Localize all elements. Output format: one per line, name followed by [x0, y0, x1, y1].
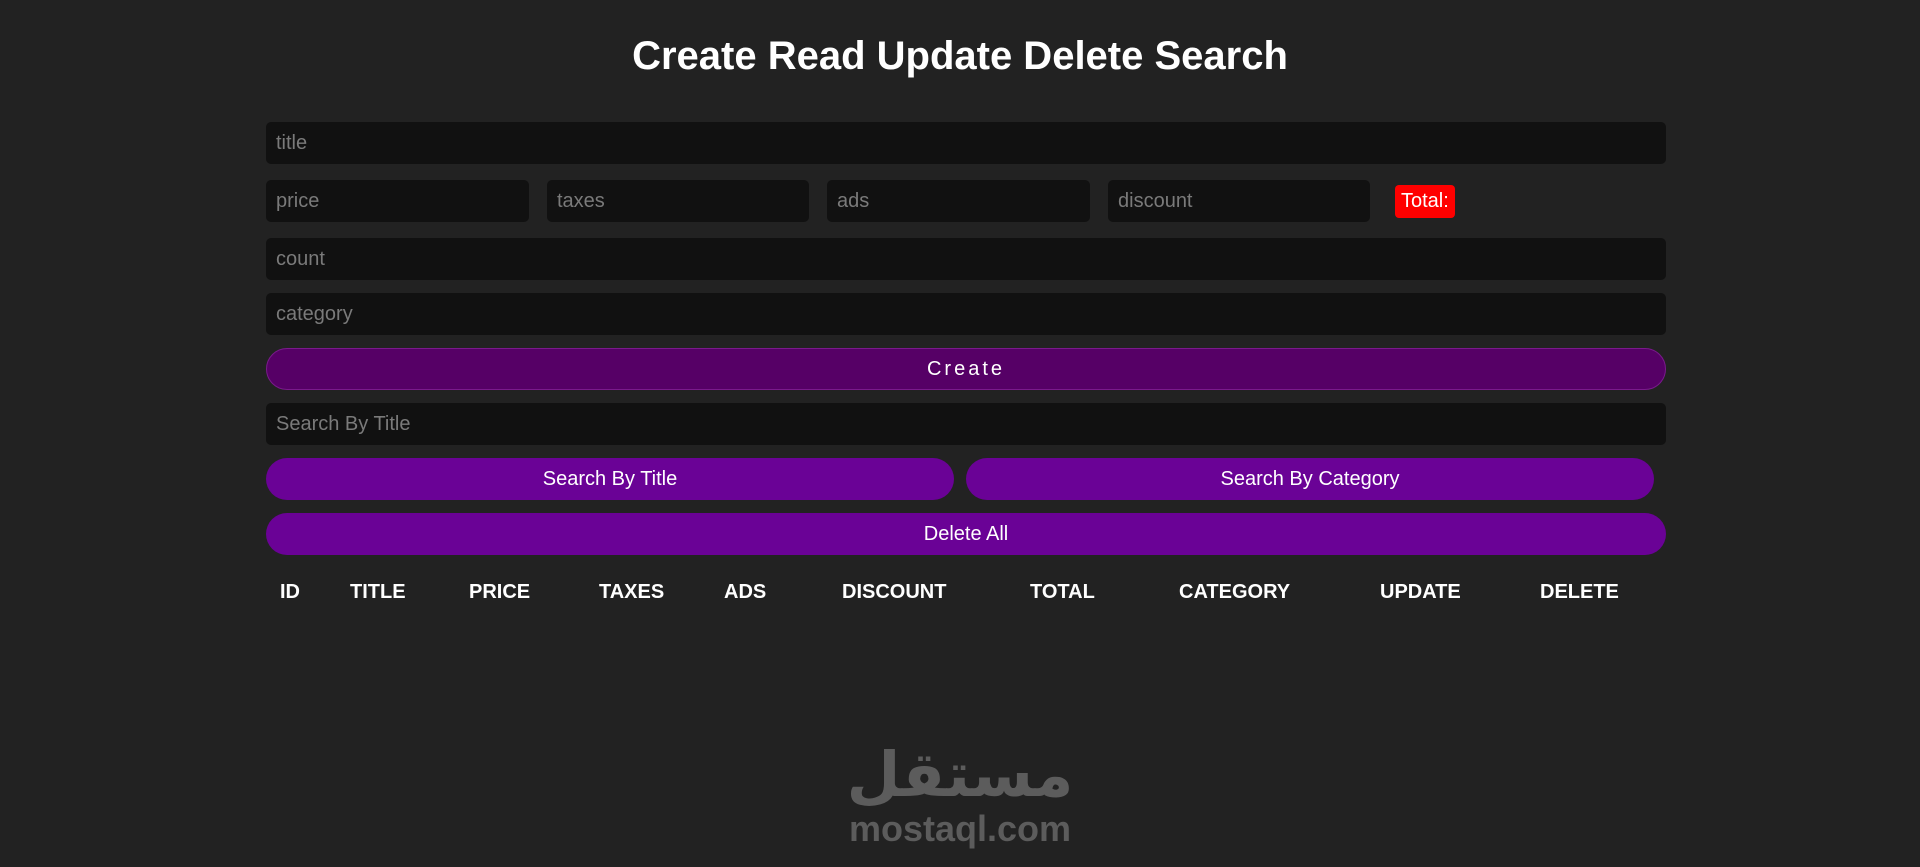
column-header-total: TOTAL	[1030, 581, 1095, 603]
title-input[interactable]	[266, 122, 1666, 164]
ads-input[interactable]	[827, 180, 1090, 222]
column-header-discount: DISCOUNT	[842, 581, 947, 603]
category-input[interactable]	[266, 293, 1666, 335]
column-header-taxes: TAXES	[599, 581, 665, 603]
column-header-category: CATEGORY	[1179, 581, 1291, 603]
count-input[interactable]	[266, 238, 1666, 280]
create-button[interactable]: Create	[266, 348, 1666, 390]
search-by-title-button[interactable]: Search By Title	[266, 458, 954, 500]
price-input[interactable]	[266, 180, 529, 222]
column-header-ads: ADS	[724, 581, 767, 603]
column-header-id: ID	[280, 581, 300, 603]
total-badge: Total:	[1395, 185, 1455, 218]
column-header-price: PRICE	[469, 581, 531, 603]
column-header-delete: DELETE	[1540, 581, 1619, 603]
taxes-input[interactable]	[547, 180, 809, 222]
column-header-title: TITLE	[350, 581, 406, 603]
mostaql-watermark: مستقل mostaql.com	[845, 740, 1075, 848]
search-by-category-button[interactable]: Search By Category	[966, 458, 1654, 500]
search-input[interactable]	[266, 403, 1666, 445]
crud-page: Create Read Update Delete Search Total: …	[0, 0, 1920, 867]
watermark-latin-logo: mostaql.com	[848, 808, 1072, 849]
watermark-arabic-logo: مستقل	[846, 738, 1074, 811]
page-title: Create Read Update Delete Search	[632, 34, 1288, 78]
table-header: ID TITLE PRICE TAXES ADS DISCOUNT TOTAL …	[266, 580, 1666, 610]
discount-input[interactable]	[1108, 180, 1370, 222]
column-header-update: UPDATE	[1380, 581, 1461, 603]
delete-all-button[interactable]: Delete All	[266, 513, 1666, 555]
